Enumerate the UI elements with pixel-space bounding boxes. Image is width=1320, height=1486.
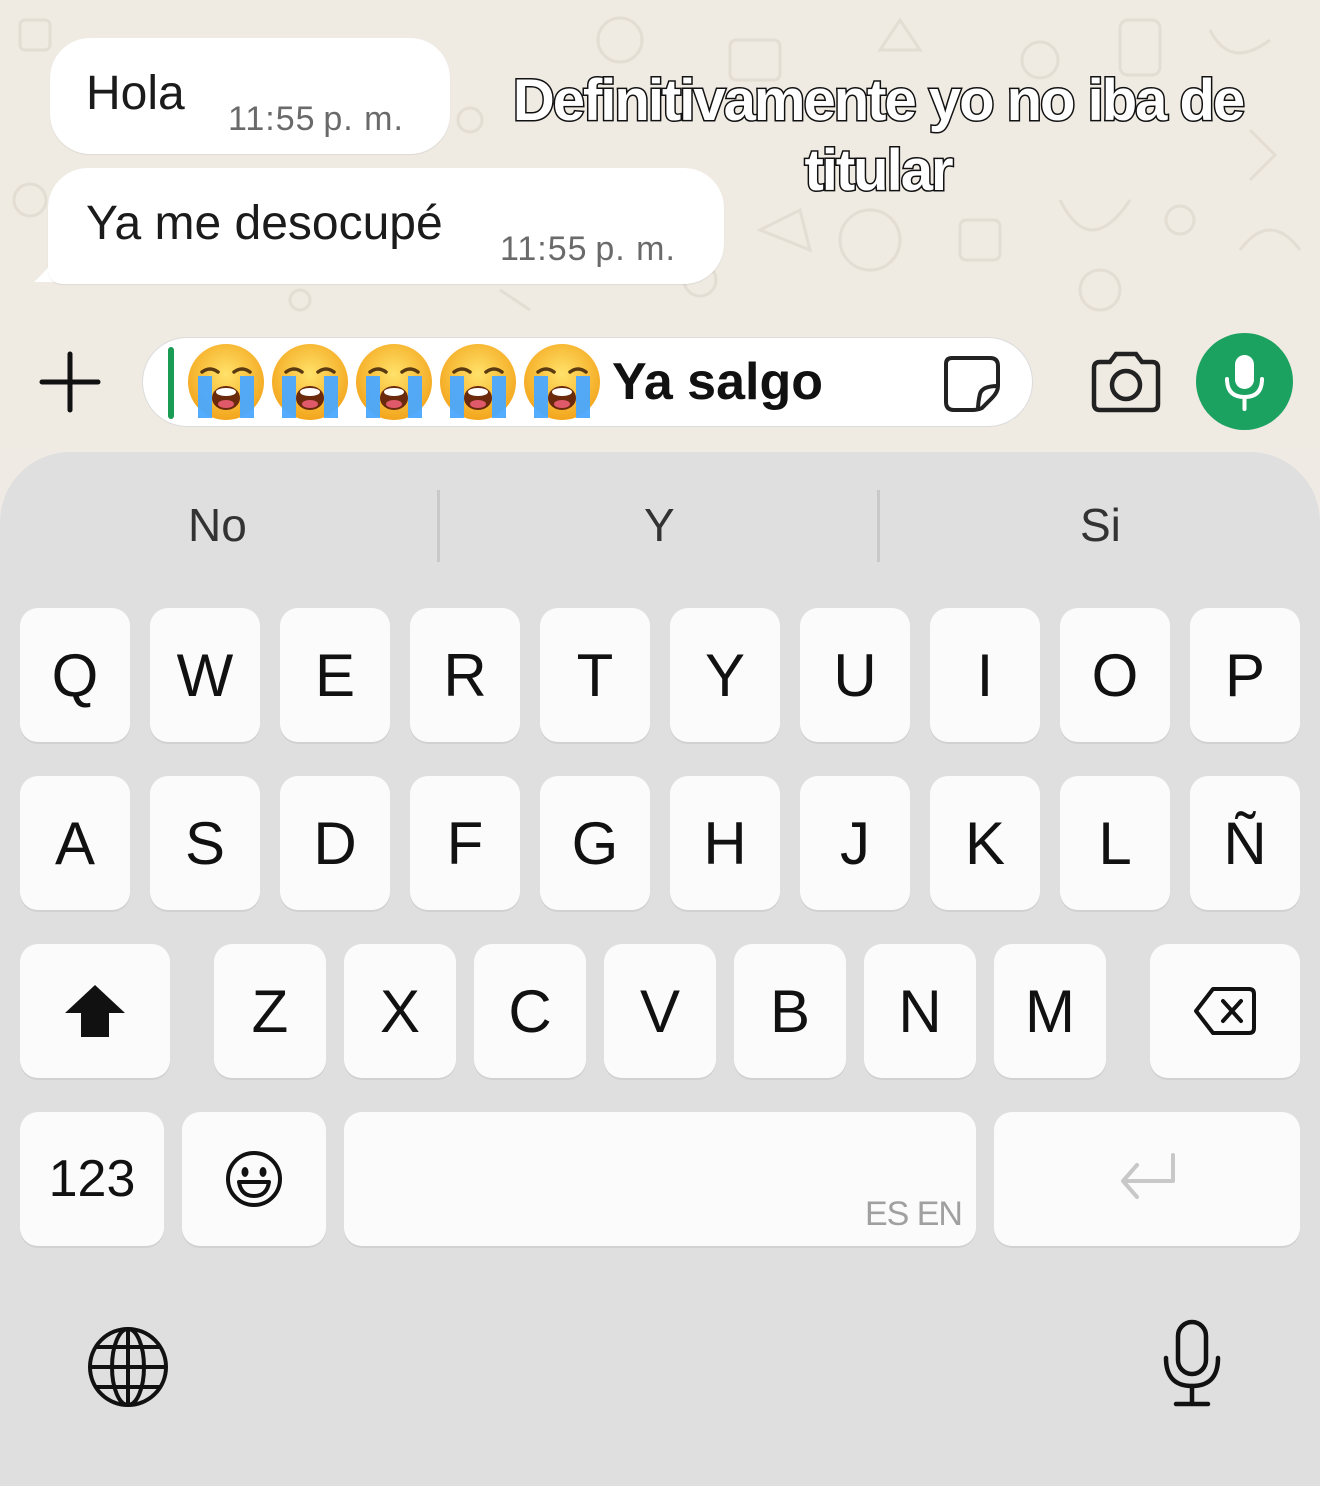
message-text: Hola <box>86 67 185 120</box>
suggestion-divider <box>437 490 440 562</box>
suggestion-item[interactable]: Y <box>644 498 675 552</box>
key-z[interactable]: Z <box>214 944 326 1078</box>
suggestion-item[interactable]: No <box>188 498 247 552</box>
text-cursor <box>168 347 174 419</box>
suggestion-divider <box>877 490 880 562</box>
key-j[interactable]: J <box>800 776 910 910</box>
message-time: 11:55 p. m. <box>500 230 676 268</box>
shift-icon <box>65 985 125 1037</box>
key-t[interactable]: T <box>540 608 650 742</box>
loudly-crying-face-icon <box>524 344 600 420</box>
space-key[interactable]: ES EN <box>344 1112 976 1246</box>
key-g[interactable]: G <box>540 776 650 910</box>
backspace-key[interactable] <box>1150 944 1300 1078</box>
key-d[interactable]: D <box>280 776 390 910</box>
numbers-key[interactable]: 123 <box>20 1112 164 1246</box>
loudly-crying-face-icon <box>188 344 264 420</box>
key-n[interactable]: N <box>864 944 976 1078</box>
loudly-crying-face-icon <box>356 344 432 420</box>
key-u[interactable]: U <box>800 608 910 742</box>
sticker-icon[interactable] <box>942 352 1002 412</box>
message-time: 11:55 p. m. <box>228 100 404 138</box>
key-y[interactable]: Y <box>670 608 780 742</box>
shift-key[interactable] <box>20 944 170 1078</box>
camera-icon[interactable] <box>1088 350 1164 414</box>
key-s[interactable]: S <box>150 776 260 910</box>
emoji-icon <box>226 1151 282 1207</box>
overlay-caption: Definitivamente yo no iba de titular <box>511 67 1246 205</box>
message-text: Ya me desocupé <box>86 197 443 250</box>
key-v[interactable]: V <box>604 944 716 1078</box>
backspace-icon <box>1194 987 1256 1035</box>
microphone-icon <box>1225 355 1264 411</box>
key-h[interactable]: H <box>670 776 780 910</box>
key-m[interactable]: M <box>994 944 1106 1078</box>
key-q[interactable]: Q <box>20 608 130 742</box>
key-x[interactable]: X <box>344 944 456 1078</box>
suggestion-item[interactable]: Si <box>1080 498 1121 552</box>
return-icon <box>1121 1153 1175 1199</box>
key-o[interactable]: O <box>1060 608 1170 742</box>
key-e[interactable]: E <box>280 608 390 742</box>
loudly-crying-face-icon <box>440 344 516 420</box>
emoji-key[interactable] <box>182 1112 326 1246</box>
key-b[interactable]: B <box>734 944 846 1078</box>
loudly-crying-face-icon <box>272 344 348 420</box>
key-c[interactable]: C <box>474 944 586 1078</box>
space-language-label: ES EN <box>864 1195 963 1233</box>
return-key[interactable] <box>994 1112 1300 1246</box>
voice-record-button[interactable] <box>1196 333 1293 430</box>
key-ñ[interactable]: Ñ <box>1190 776 1300 910</box>
key-a[interactable]: A <box>20 776 130 910</box>
typed-text: Ya salgo <box>612 353 823 411</box>
key-i[interactable]: I <box>930 608 1040 742</box>
key-p[interactable]: P <box>1190 608 1300 742</box>
key-f[interactable]: F <box>410 776 520 910</box>
key-l[interactable]: L <box>1060 776 1170 910</box>
globe-icon[interactable] <box>86 1325 170 1409</box>
attach-plus-icon[interactable] <box>36 350 104 414</box>
key-r[interactable]: R <box>410 608 520 742</box>
key-k[interactable]: K <box>930 776 1040 910</box>
dictation-microphone-icon[interactable] <box>1160 1318 1224 1410</box>
key-w[interactable]: W <box>150 608 260 742</box>
